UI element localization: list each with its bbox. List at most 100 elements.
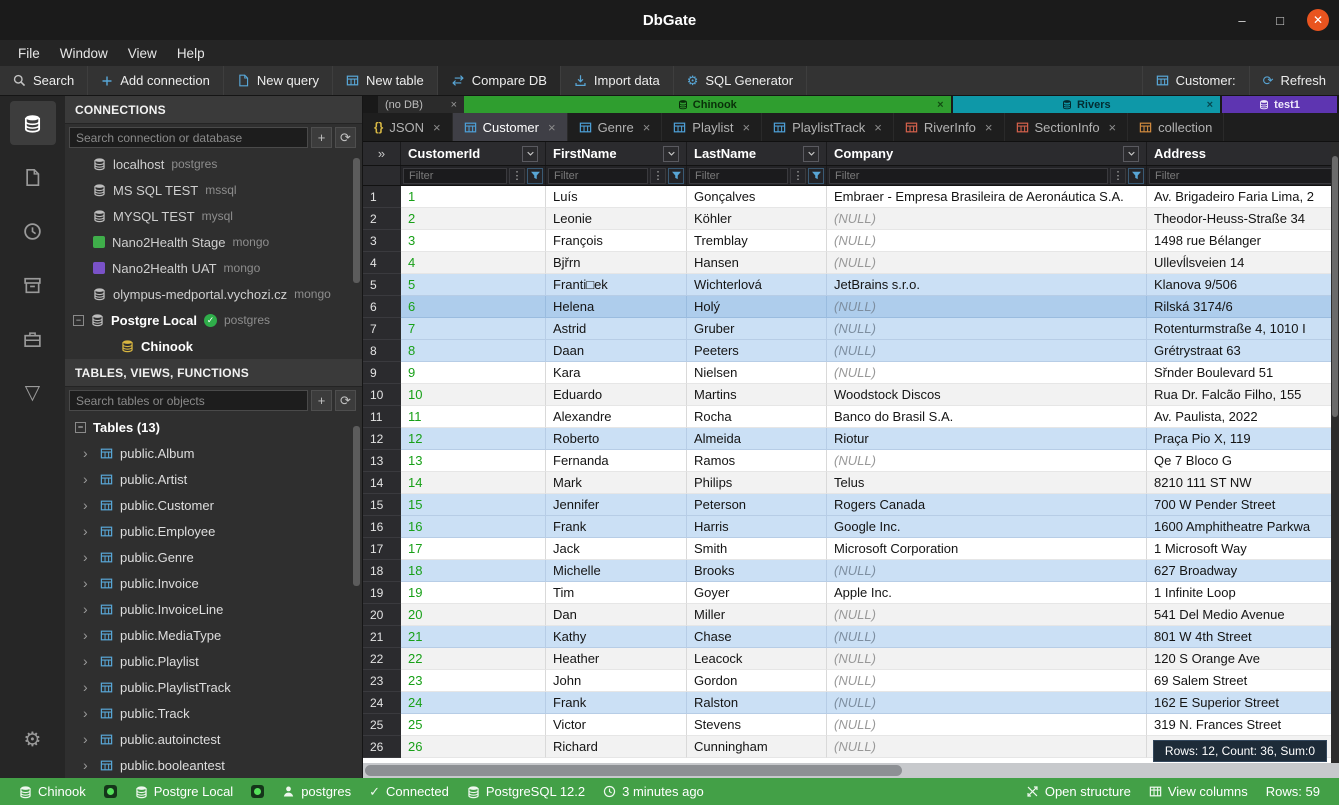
table-item-public-genre[interactable]: ›public.Genre: [65, 544, 362, 570]
row-number[interactable]: 25: [363, 714, 401, 736]
column-dropdown-button[interactable]: [803, 146, 819, 162]
settings-nav-button[interactable]: ⚙: [10, 718, 56, 762]
expand-icon[interactable]: ›: [83, 523, 93, 539]
connection-item-mysql-test[interactable]: MYSQL TESTmysql: [65, 203, 362, 229]
cell-customerid[interactable]: 20: [401, 604, 546, 626]
cell-firstname[interactable]: Mark: [546, 472, 687, 494]
grid-horizontal-scrollbar[interactable]: [363, 763, 1339, 778]
close-icon[interactable]: ×: [937, 99, 943, 111]
cell-company[interactable]: (NULL): [827, 648, 1147, 670]
row-number[interactable]: 14: [363, 472, 401, 494]
cell-address[interactable]: 1600 Amphitheatre Parkwa: [1147, 516, 1339, 538]
filter-menu-button[interactable]: ⋮: [650, 168, 666, 184]
filter-menu-button[interactable]: ⋮: [509, 168, 525, 184]
cell-customerid[interactable]: 3: [401, 230, 546, 252]
cell-lastname[interactable]: Rocha: [687, 406, 827, 428]
expand-icon[interactable]: ›: [83, 575, 93, 591]
cell-customerid[interactable]: 10: [401, 384, 546, 406]
cell-address[interactable]: Rotenturmstraße 4, 1010 I: [1147, 318, 1339, 340]
expand-icon[interactable]: ›: [83, 549, 93, 565]
cell-firstname[interactable]: Dan: [546, 604, 687, 626]
table-item-public-invoice[interactable]: ›public.Invoice: [65, 570, 362, 596]
cell-lastname[interactable]: Hansen: [687, 252, 827, 274]
cell-customerid[interactable]: 26: [401, 736, 546, 758]
filter-menu-button[interactable]: ⋮: [790, 168, 806, 184]
column-header-customerid[interactable]: CustomerId: [401, 142, 546, 165]
cell-lastname[interactable]: Gordon: [687, 670, 827, 692]
cell-company[interactable]: (NULL): [827, 362, 1147, 384]
cell-customerid[interactable]: 7: [401, 318, 546, 340]
cell-lastname[interactable]: Leacock: [687, 648, 827, 670]
cell-company[interactable]: (NULL): [827, 450, 1147, 472]
cell-address[interactable]: Qe 7 Bloco G: [1147, 450, 1339, 472]
table-item-public-employee[interactable]: ›public.Employee: [65, 518, 362, 544]
filter-menu-button[interactable]: ⋮: [1110, 168, 1126, 184]
cell-company[interactable]: (NULL): [827, 670, 1147, 692]
row-number[interactable]: 12: [363, 428, 401, 450]
cell-company[interactable]: (NULL): [827, 340, 1147, 362]
cell-lastname[interactable]: Nielsen: [687, 362, 827, 384]
close-icon[interactable]: ×: [742, 120, 750, 135]
cell-address[interactable]: 69 Salem Street: [1147, 670, 1339, 692]
db-tab-rivers[interactable]: Rivers×: [953, 96, 1220, 113]
cell-firstname[interactable]: Jennifer: [546, 494, 687, 516]
cell-lastname[interactable]: Peeters: [687, 340, 827, 362]
cell-address[interactable]: 319 N. Frances Street: [1147, 714, 1339, 736]
cell-address[interactable]: Theodor-Heuss-Straße 34: [1147, 208, 1339, 230]
connection-item-olympus-medportal-vychozi-cz[interactable]: olympus-medportal.vychozi.czmongo: [65, 281, 362, 307]
row-number[interactable]: 3: [363, 230, 401, 252]
toolbar-refresh-button[interactable]: ⟳Refresh: [1249, 66, 1339, 95]
cell-customerid[interactable]: 19: [401, 582, 546, 604]
cell-lastname[interactable]: Tremblay: [687, 230, 827, 252]
expand-icon[interactable]: ›: [83, 445, 93, 461]
expand-icon[interactable]: ›: [83, 653, 93, 669]
tables-group-row[interactable]: − Tables (13): [65, 414, 362, 440]
tab-customer[interactable]: Customer×: [453, 113, 568, 141]
cell-customerid[interactable]: 5: [401, 274, 546, 296]
table-item-public-booleantest[interactable]: ›public.booleantest: [65, 752, 362, 778]
cell-firstname[interactable]: Franti□ek: [546, 274, 687, 296]
expand-icon[interactable]: ›: [83, 601, 93, 617]
close-icon[interactable]: ×: [548, 120, 556, 135]
cell-address[interactable]: Av. Paulista, 2022: [1147, 406, 1339, 428]
filter-input-address[interactable]: [1149, 168, 1336, 184]
toolbar-add-connection-button[interactable]: Add connection: [88, 66, 224, 95]
cell-address[interactable]: Av. Brigadeiro Faria Lima, 2: [1147, 186, 1339, 208]
archive-nav-button[interactable]: [10, 263, 56, 307]
row-number[interactable]: 22: [363, 648, 401, 670]
cell-customerid[interactable]: 18: [401, 560, 546, 582]
cell-firstname[interactable]: Heather: [546, 648, 687, 670]
cell-company[interactable]: (NULL): [827, 318, 1147, 340]
filter-funnel-button[interactable]: [808, 168, 824, 184]
cell-company[interactable]: Microsoft Corporation: [827, 538, 1147, 560]
row-number[interactable]: 21: [363, 626, 401, 648]
cell-lastname[interactable]: Philips: [687, 472, 827, 494]
connections-search-input[interactable]: [69, 127, 308, 148]
table-item-public-playlist[interactable]: ›public.Playlist: [65, 648, 362, 674]
cell-company[interactable]: (NULL): [827, 604, 1147, 626]
cell-lastname[interactable]: Chase: [687, 626, 827, 648]
cell-address[interactable]: 162 E Superior Street: [1147, 692, 1339, 714]
tab-playlist[interactable]: Playlist×: [662, 113, 762, 141]
table-item-public-playlisttrack[interactable]: ›public.PlaylistTrack: [65, 674, 362, 700]
row-number[interactable]: 10: [363, 384, 401, 406]
cell-lastname[interactable]: Gruber: [687, 318, 827, 340]
file-nav-button[interactable]: [10, 155, 56, 199]
cell-lastname[interactable]: Peterson: [687, 494, 827, 516]
row-number[interactable]: 23: [363, 670, 401, 692]
cell-lastname[interactable]: Köhler: [687, 208, 827, 230]
cell-address[interactable]: 8210 111 ST NW: [1147, 472, 1339, 494]
row-number[interactable]: 24: [363, 692, 401, 714]
cell-firstname[interactable]: Jack: [546, 538, 687, 560]
filter-input-customerid[interactable]: [403, 168, 507, 184]
row-number[interactable]: 11: [363, 406, 401, 428]
close-icon[interactable]: ×: [433, 120, 441, 135]
cell-customerid[interactable]: 17: [401, 538, 546, 560]
grid-vertical-scrollbar[interactable]: [1331, 142, 1339, 763]
cell-address[interactable]: 1 Microsoft Way: [1147, 538, 1339, 560]
cell-company[interactable]: Woodstock Discos: [827, 384, 1147, 406]
cell-firstname[interactable]: Helena: [546, 296, 687, 318]
cell-customerid[interactable]: 9: [401, 362, 546, 384]
tables-plus-button[interactable]: +: [311, 390, 332, 411]
table-item-public-artist[interactable]: ›public.Artist: [65, 466, 362, 492]
